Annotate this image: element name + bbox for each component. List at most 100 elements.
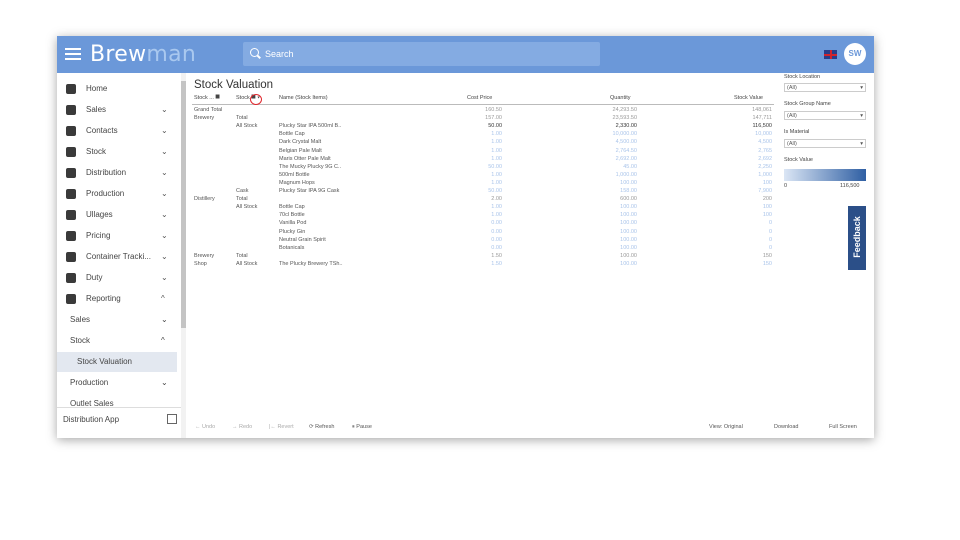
filter-stock-group[interactable]: (All) ▾ xyxy=(784,111,866,120)
table-row[interactable]: 500ml Bottle 1.00 1,000.00 1,000 xyxy=(192,171,774,179)
table-row[interactable]: Maris Otter Pale Malt 1.00 2,692.00 2,69… xyxy=(192,155,774,163)
filter-label-stock-location: Stock Location xyxy=(784,74,821,80)
filter-stock-location[interactable]: (All) ▾ xyxy=(784,83,866,92)
col-header-stock-value[interactable]: Stock Value xyxy=(734,95,763,104)
brand-logo[interactable]: Brewman xyxy=(90,42,196,67)
distribution-app-link[interactable]: Distribution App xyxy=(57,407,182,431)
search-input[interactable]: Search xyxy=(243,42,600,66)
sidebar-item-label: Distribution xyxy=(86,168,127,177)
fullscreen-button[interactable]: Full Screen xyxy=(829,419,857,435)
table-row[interactable]: Belgian Pale Malt 1.00 2,764.50 2,765 xyxy=(192,147,774,155)
table-row[interactable]: Plucky Gin 0.00 100.00 0 xyxy=(192,228,774,236)
sidebar-item-label: Pricing xyxy=(86,231,111,240)
col-header-stock-location[interactable]: Stock ... ⯀ xyxy=(194,95,220,104)
revert-button[interactable]: |← Revert xyxy=(269,419,294,435)
table-row[interactable]: Distillery Total 2.00 600.00 200 xyxy=(192,195,774,203)
table-row[interactable]: All Stock Bottle Cap 1.00 100.00 100 xyxy=(192,203,774,211)
cell-stock-value: 148,061 xyxy=(752,107,772,113)
col-header-name[interactable]: Name (Stock Items) xyxy=(279,95,328,104)
sidebar-scrollbar[interactable] xyxy=(181,73,186,438)
table-row[interactable]: Dark Crystal Malt 1.00 4,500.00 4,500 xyxy=(192,138,774,146)
table-row[interactable]: Cask Plucky Star IPA 9G Cask 50.00 158.0… xyxy=(192,187,774,195)
cell-name: Plucky Star IPA 500ml B.. xyxy=(279,123,342,130)
table-row[interactable]: Shop All Stock The Plucky Brewery TSh.. … xyxy=(192,260,774,268)
cell-name: Dark Crystal Malt xyxy=(279,139,322,146)
view-original-button[interactable]: View: Original xyxy=(709,419,743,435)
sidebar-item-home[interactable]: Home xyxy=(57,79,177,99)
cell-stock: All Stock xyxy=(236,204,258,211)
sidebar-sub-label: Stock Valuation xyxy=(77,357,132,366)
pause-button[interactable]: ⏸ Pause xyxy=(352,419,372,435)
download-button[interactable]: Download xyxy=(774,419,798,435)
cell-cost-price: 1.00 xyxy=(491,179,502,186)
cell-quantity: 600.00 xyxy=(620,196,637,203)
table-row[interactable]: Neutral Grain Spirit 0.00 100.00 0 xyxy=(192,236,774,244)
sidebar-sub-production[interactable]: Production ⌄ xyxy=(57,373,177,393)
filter-is-material[interactable]: (All) ▾ xyxy=(784,139,866,148)
cell-quantity: 100.00 xyxy=(620,236,637,243)
sidebar-item-ullages[interactable]: Ullages ⌄ xyxy=(57,205,177,225)
sidebar-item-sales[interactable]: Sales ⌄ xyxy=(57,100,177,120)
cell-stock: All Stock xyxy=(236,260,258,267)
filter-label-stock-group: Stock Group Name xyxy=(784,101,831,107)
sidebar-item-production[interactable]: Production ⌄ xyxy=(57,184,177,204)
menu-icon[interactable] xyxy=(65,45,81,63)
header-divider xyxy=(192,104,774,105)
cell-cost-price: 1.00 xyxy=(491,131,502,138)
sidebar-item-reporting[interactable]: Reporting ^ xyxy=(57,289,177,309)
chevron-icon: ⌄ xyxy=(161,168,168,177)
col-header-cost-price[interactable]: Cost Price xyxy=(467,95,492,104)
filter-value: (All) xyxy=(787,85,797,91)
table-row[interactable]: Grand Total 160.50 24,293.50 148,061 xyxy=(192,106,774,114)
sidebar-item-stock[interactable]: Stock ⌄ xyxy=(57,142,177,162)
avatar[interactable]: SW xyxy=(844,43,866,65)
table-row[interactable]: All Stock Plucky Star IPA 500ml B.. 50.0… xyxy=(192,122,774,130)
cell-quantity: 100.00 xyxy=(620,252,637,259)
table-row[interactable]: Brewery Total 157.00 23,593.50 147,711 xyxy=(192,114,774,122)
redo-button[interactable]: → Redo xyxy=(232,419,252,435)
cell-name: Bottle Cap xyxy=(279,204,305,211)
sidebar-item-duty[interactable]: Duty ⌄ xyxy=(57,268,177,288)
table-row[interactable]: Brewery Total 1.50 100.00 150 xyxy=(192,252,774,260)
cell-stock-value: 0 xyxy=(768,236,772,243)
refresh-button[interactable]: ⟳ Refresh xyxy=(309,419,334,435)
sidebar-item-container-tracki-[interactable]: Container Tracki... ⌄ xyxy=(57,247,177,267)
scrollbar-thumb[interactable] xyxy=(181,81,186,328)
col-header-quantity[interactable]: Quantity xyxy=(610,95,630,104)
chevron-icon: ⌄ xyxy=(161,147,168,156)
duty-icon xyxy=(66,273,76,283)
cell-stock-value: 0 xyxy=(768,220,772,227)
sidebar-sub-stock[interactable]: Stock ^ xyxy=(57,331,177,351)
chevron-icon: ⌄ xyxy=(161,231,168,240)
search-icon xyxy=(250,48,259,57)
cell-name: The Mucky Plucky 9G C.. xyxy=(279,163,342,170)
table-row[interactable]: Bottle Cap 1.00 10,000.00 10,000 xyxy=(192,130,774,138)
sidebar-item-pricing[interactable]: Pricing ⌄ xyxy=(57,226,177,246)
target-icon xyxy=(66,252,76,262)
top-bar: Brewman Search SW xyxy=(57,36,874,73)
feedback-label: Feedback xyxy=(852,216,862,258)
cell-cost-price: 1.00 xyxy=(491,212,502,219)
cell-cost-price: 0.00 xyxy=(491,236,502,243)
sidebar-item-contacts[interactable]: Contacts ⌄ xyxy=(57,121,177,141)
feedback-tab[interactable]: Feedback xyxy=(848,206,866,270)
cell-stock-value: 10,000 xyxy=(755,131,772,138)
table-row[interactable]: Botanicals 0.00 100.00 0 xyxy=(192,244,774,252)
table-row[interactable]: The Mucky Plucky 9G C.. 50.00 45.00 2,25… xyxy=(192,163,774,171)
cell-stock-value: 150 xyxy=(762,260,772,267)
chevron-icon: ⌄ xyxy=(161,105,168,114)
sidebar-item-distribution[interactable]: Distribution ⌄ xyxy=(57,163,177,183)
cell-quantity: 10,000.00 xyxy=(612,131,637,138)
sidebar-sub-stock-valuation[interactable]: Stock Valuation xyxy=(57,352,177,372)
table-row[interactable]: 70cl Bottle 1.00 100.00 100 xyxy=(192,211,774,219)
uk-flag-icon[interactable] xyxy=(824,50,837,59)
table-row[interactable]: Vanilla Pod 0.00 100.00 0 xyxy=(192,219,774,227)
undo-button[interactable]: ← Undo xyxy=(195,419,215,435)
table-row[interactable]: Magnum Hops 1.00 100.00 100 xyxy=(192,179,774,187)
cell-stock: Cask xyxy=(236,188,249,194)
cell-quantity: 23,593.50 xyxy=(612,115,637,122)
sidebar-sub-sales[interactable]: Sales ⌄ xyxy=(57,310,177,330)
filter-label-is-material: Is Material xyxy=(784,129,810,135)
cell-stock-value: 147,711 xyxy=(752,115,772,122)
external-link-icon xyxy=(167,414,177,424)
